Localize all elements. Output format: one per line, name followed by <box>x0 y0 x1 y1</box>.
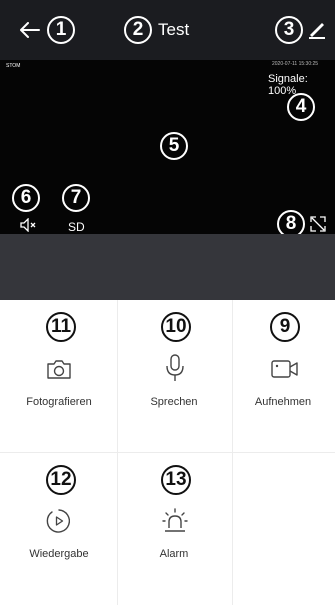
video-feed[interactable]: STOM 2020-07-11 15:30:25 Signale: 100% 4… <box>0 60 335 238</box>
annotation-badge-alarm: 13 <box>161 465 191 495</box>
sd-quality-button[interactable]: SD <box>68 220 85 234</box>
microphone-icon <box>166 354 184 381</box>
annotation-badge-record: 9 <box>270 312 300 342</box>
fullscreen-icon[interactable] <box>309 215 327 233</box>
alarm-label: Alarm <box>159 548 189 560</box>
playback-button[interactable]: 12 Wiedergabe <box>0 452 117 605</box>
annotation-badge-playback: 12 <box>46 465 76 495</box>
alarm-button[interactable]: 13 Alarm <box>117 452 232 605</box>
alarm-icon <box>162 508 188 532</box>
arrow-left-icon[interactable] <box>20 22 40 38</box>
annotation-badge-back: 1 <box>47 16 75 44</box>
playback-label: Wiedergabe <box>29 548 89 560</box>
timestamp-right: 2020-07-11 15:30:25 <box>272 61 319 67</box>
action-grid: 11 Fotografieren 10 Sprechen 9 Aufnehmen… <box>0 300 335 605</box>
record-label: Aufnehmen <box>254 396 312 408</box>
annotation-badge-title: 2 <box>124 16 152 44</box>
record-button[interactable]: 9 Aufnehmen <box>232 300 335 452</box>
annotation-badge-sd: 7 <box>62 184 90 212</box>
timestamp-left: STOM <box>6 63 21 69</box>
playback-icon <box>46 509 71 533</box>
annotation-badge-video: 5 <box>160 132 188 160</box>
speak-label: Sprechen <box>150 396 198 408</box>
speak-button[interactable]: 10 Sprechen <box>117 300 232 452</box>
photo-button[interactable]: 11 Fotografieren <box>0 300 117 452</box>
annotation-badge-speak: 10 <box>161 312 191 342</box>
pencil-icon[interactable] <box>307 20 327 40</box>
speaker-mute-icon[interactable] <box>20 218 38 232</box>
annotation-badge-edit: 3 <box>275 16 303 44</box>
page-title: Test <box>158 20 190 39</box>
video-record-icon <box>271 360 298 378</box>
photo-label: Fotografieren <box>26 396 92 408</box>
camera-icon <box>47 360 71 379</box>
control-bar <box>0 234 335 300</box>
annotation-badge-photo: 11 <box>46 312 76 342</box>
top-bar: 1 2 Test 3 <box>0 0 335 60</box>
annotation-badge-signal: 4 <box>287 93 315 121</box>
annotation-badge-mute: 6 <box>12 184 40 212</box>
